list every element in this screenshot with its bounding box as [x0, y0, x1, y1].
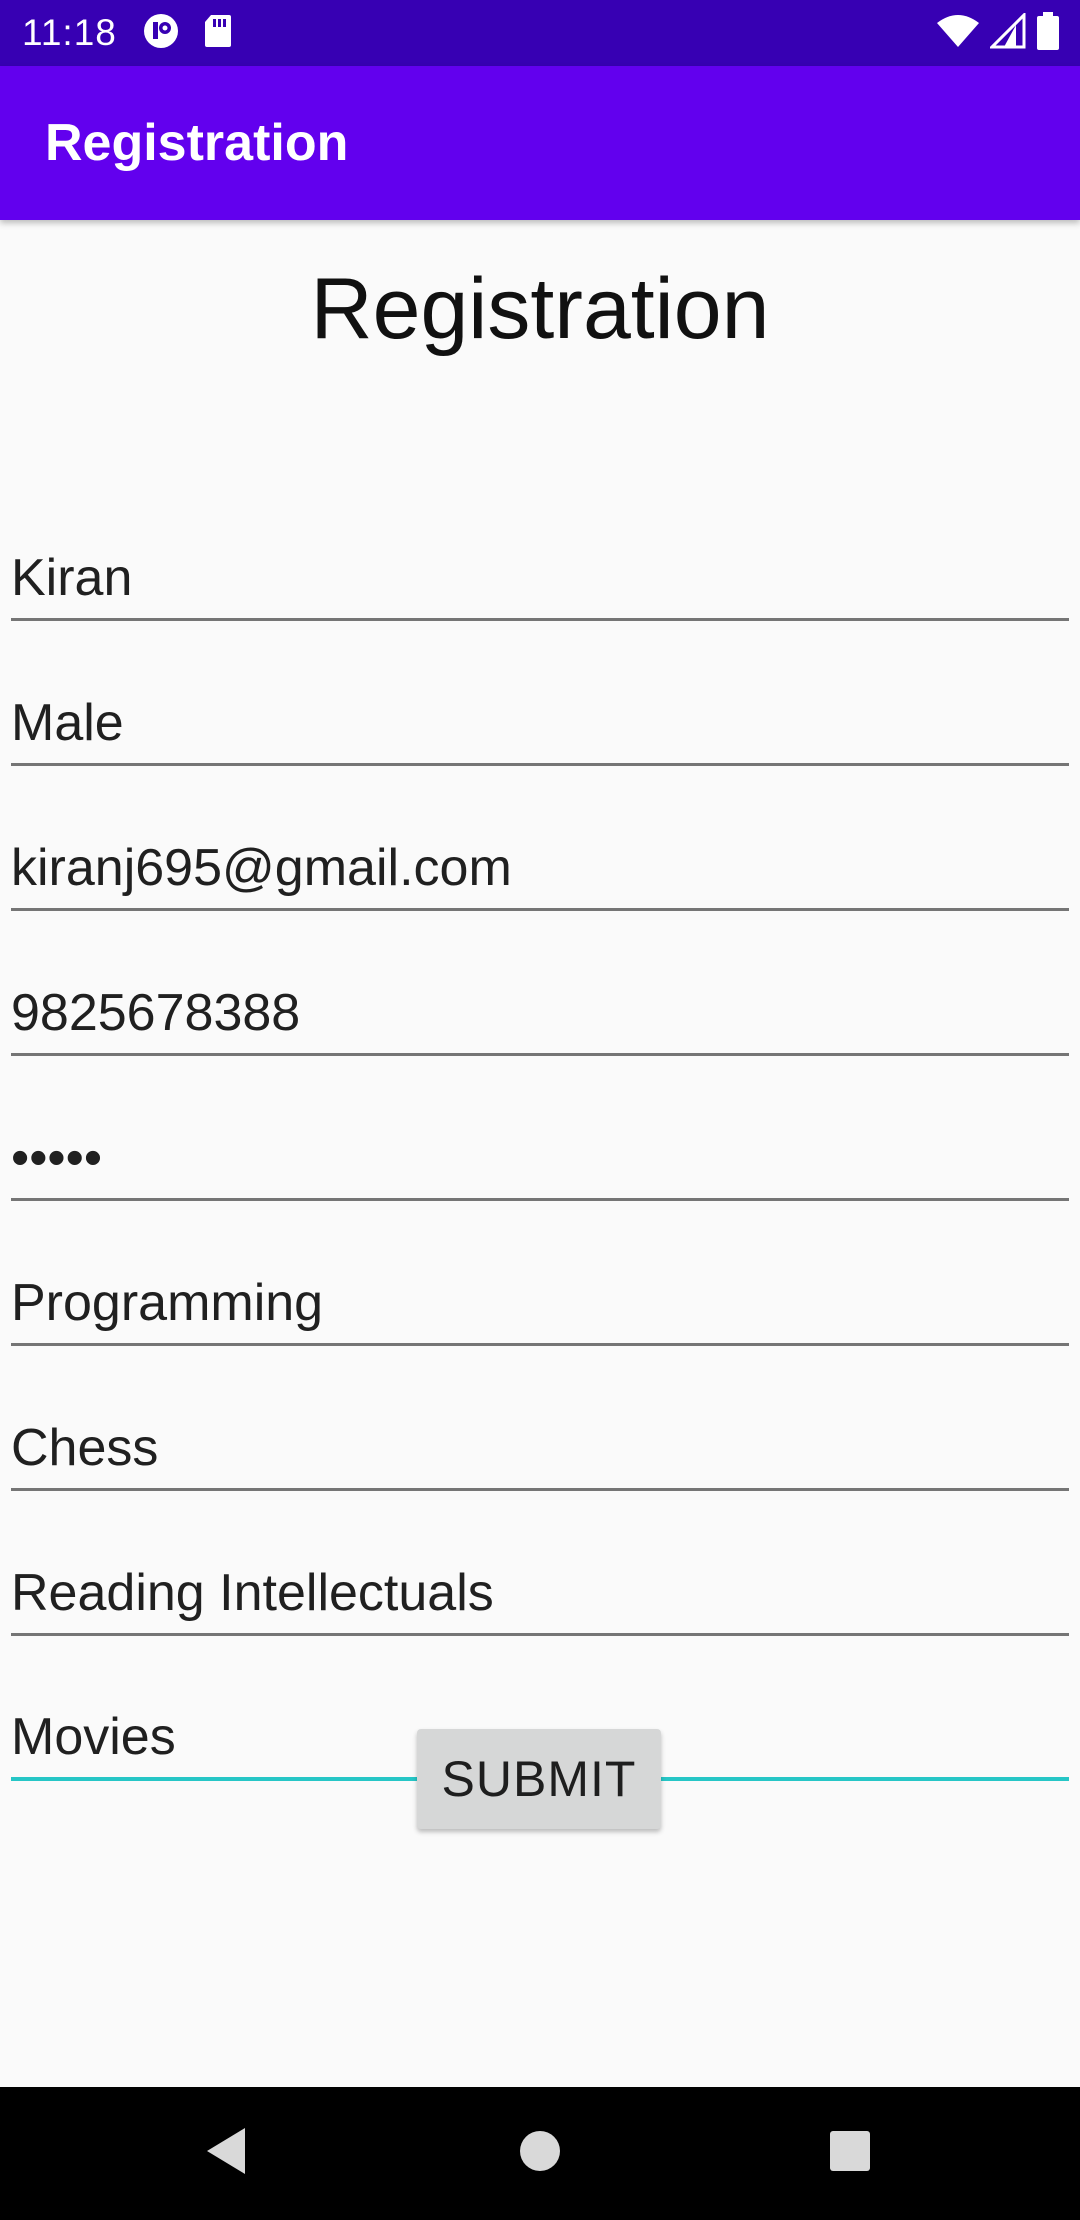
- navigation-bar: [0, 2087, 1080, 2220]
- hobby-field-2-value: Chess: [11, 1419, 159, 1477]
- email-field-value: kiranj695@gmail.com: [11, 839, 512, 897]
- sd-card-icon: [203, 13, 233, 54]
- hobby-field-4-value: Movies: [11, 1708, 176, 1766]
- wifi-icon: [936, 13, 980, 54]
- submit-button[interactable]: SUBMIT: [417, 1729, 661, 1829]
- status-bar: 11:18: [0, 0, 1080, 66]
- back-button[interactable]: [167, 2087, 287, 2220]
- hobby-field-1[interactable]: Programming: [11, 1254, 1069, 1346]
- recents-icon: [829, 2130, 871, 2177]
- status-time: 11:18: [22, 12, 117, 53]
- hobby-field-1-value: Programming: [11, 1274, 324, 1332]
- hobby-field-3[interactable]: Reading Intellectuals: [11, 1544, 1069, 1636]
- name-field[interactable]: Kiran: [11, 529, 1069, 621]
- registration-form: Registration Kiran Male kiranj695@gmail.…: [0, 220, 1080, 2087]
- hobby-field-2[interactable]: Chess: [11, 1399, 1069, 1491]
- battery-icon: [1036, 11, 1060, 55]
- name-field-value: Kiran: [11, 549, 133, 607]
- recents-button[interactable]: [790, 2087, 910, 2220]
- phone-field-value: 9825678388: [11, 984, 301, 1042]
- password-field-value: •••••: [11, 1129, 103, 1187]
- app-bar: Registration: [0, 66, 1080, 220]
- phone-field[interactable]: 9825678388: [11, 964, 1069, 1056]
- home-icon: [518, 2129, 562, 2178]
- app-bar-title: Registration: [45, 114, 349, 172]
- gender-field[interactable]: Male: [11, 674, 1069, 766]
- home-button[interactable]: [480, 2087, 600, 2220]
- password-field[interactable]: •••••: [11, 1109, 1069, 1201]
- gender-field-value: Male: [11, 694, 124, 752]
- signal-icon: [988, 10, 1026, 54]
- back-icon: [205, 2126, 249, 2181]
- app-notification-icon: [143, 13, 179, 54]
- email-field[interactable]: kiranj695@gmail.com: [11, 819, 1069, 911]
- page-title: Registration: [310, 261, 770, 357]
- hobby-field-3-value: Reading Intellectuals: [11, 1564, 494, 1622]
